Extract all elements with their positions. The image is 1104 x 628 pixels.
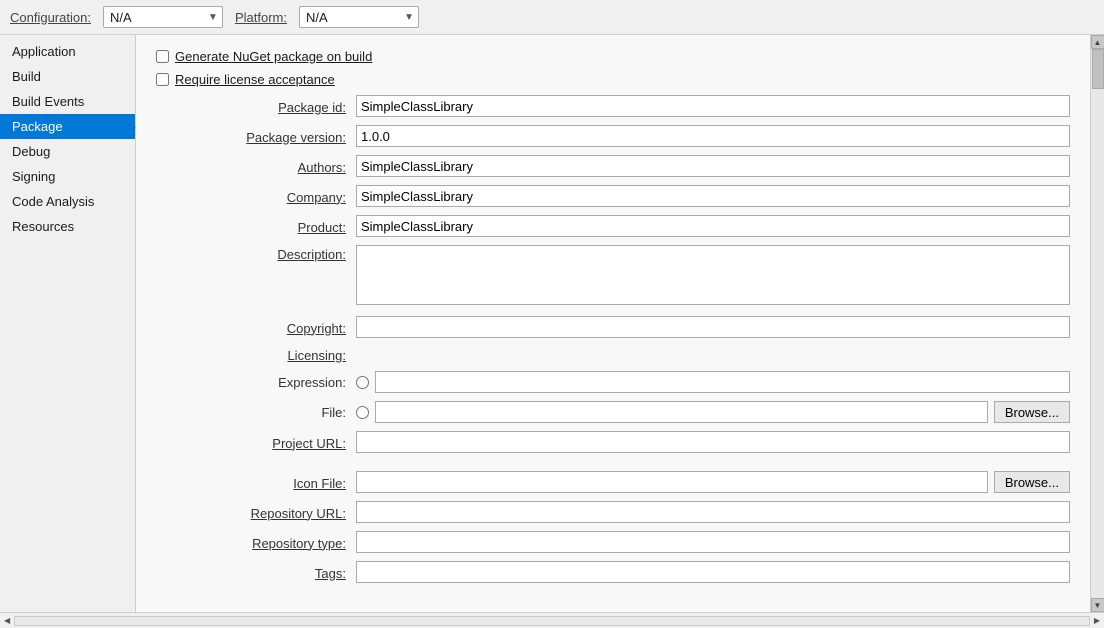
product-row: Product: xyxy=(156,215,1070,237)
tags-input[interactable] xyxy=(356,561,1070,583)
file-label: File: xyxy=(156,405,356,420)
package-id-input-col xyxy=(356,95,1070,117)
package-version-label: Package version: xyxy=(156,128,356,145)
expression-label: Expression: xyxy=(156,375,356,390)
product-label: Product: xyxy=(156,218,356,235)
icon-file-input-col: Browse... xyxy=(356,471,1070,493)
project-url-row: Project URL: xyxy=(156,431,1070,453)
project-url-input-col xyxy=(356,431,1070,453)
generate-nuget-row: Generate NuGet package on build xyxy=(156,49,1070,64)
sidebar-item-package[interactable]: Package xyxy=(0,114,135,139)
package-id-input[interactable] xyxy=(356,95,1070,117)
require-license-checkbox[interactable] xyxy=(156,73,169,86)
file-browse-button[interactable]: Browse... xyxy=(994,401,1070,423)
sidebar-item-build-events[interactable]: Build Events xyxy=(0,89,135,114)
sidebar-item-application[interactable]: Application xyxy=(0,39,135,64)
platform-dropdown-arrow: ▼ xyxy=(404,12,414,23)
authors-row: Authors: xyxy=(156,155,1070,177)
main-content: Application Build Build Events Package D… xyxy=(0,35,1104,612)
tags-label: Tags: xyxy=(156,564,356,581)
copyright-label: Copyright: xyxy=(156,319,356,336)
require-license-row: Require license acceptance xyxy=(156,72,1070,87)
project-url-input[interactable] xyxy=(356,431,1070,453)
repository-type-input-col xyxy=(356,531,1070,553)
scroll-thumb[interactable] xyxy=(1092,49,1104,89)
company-input[interactable] xyxy=(356,185,1070,207)
repository-url-input[interactable] xyxy=(356,501,1070,523)
expression-row: Expression: xyxy=(156,371,1070,393)
package-id-row: Package id: xyxy=(156,95,1070,117)
copyright-input[interactable] xyxy=(356,316,1070,338)
file-radio[interactable] xyxy=(356,406,369,419)
sidebar: Application Build Build Events Package D… xyxy=(0,35,136,612)
sidebar-item-code-analysis[interactable]: Code Analysis xyxy=(0,189,135,214)
tags-input-col xyxy=(356,561,1070,583)
description-label: Description: xyxy=(156,245,356,262)
expression-radio[interactable] xyxy=(356,376,369,389)
scroll-track xyxy=(1091,49,1104,598)
company-input-col xyxy=(356,185,1070,207)
copyright-row: Copyright: xyxy=(156,316,1070,338)
platform-dropdown[interactable]: N/A ▼ xyxy=(299,6,419,28)
hscroll-track xyxy=(14,616,1090,626)
expression-input-col xyxy=(356,371,1070,393)
top-bar: Configuration: N/A ▼ Platform: N/A ▼ xyxy=(0,0,1104,35)
sidebar-item-signing[interactable]: Signing xyxy=(0,164,135,189)
authors-label: Authors: xyxy=(156,158,356,175)
sidebar-item-resources[interactable]: Resources xyxy=(0,214,135,239)
product-input-col xyxy=(356,215,1070,237)
hscroll-right-button[interactable]: ▶ xyxy=(1094,616,1100,625)
expression-input[interactable] xyxy=(375,371,1070,393)
description-input-col xyxy=(356,245,1070,308)
file-path-input[interactable] xyxy=(375,401,988,423)
file-input-col: Browse... xyxy=(356,401,1070,423)
repository-url-row: Repository URL: xyxy=(156,501,1070,523)
repository-url-label: Repository URL: xyxy=(156,504,356,521)
config-dropdown[interactable]: N/A ▼ xyxy=(103,6,223,28)
sidebar-item-debug[interactable]: Debug xyxy=(0,139,135,164)
package-id-label: Package id: xyxy=(156,98,356,115)
tags-row: Tags: xyxy=(156,561,1070,583)
company-row: Company: xyxy=(156,185,1070,207)
icon-file-label: Icon File: xyxy=(156,474,356,491)
licensing-label: Licensing: xyxy=(156,346,356,363)
file-row: File: Browse... xyxy=(156,401,1070,423)
company-label: Company: xyxy=(156,188,356,205)
copyright-input-col xyxy=(356,316,1070,338)
platform-label: Platform: xyxy=(235,10,287,25)
description-input[interactable] xyxy=(356,245,1070,305)
package-version-row: Package version: xyxy=(156,125,1070,147)
product-input[interactable] xyxy=(356,215,1070,237)
description-row: Description: xyxy=(156,245,1070,308)
scroll-down-button[interactable]: ▼ xyxy=(1091,598,1104,612)
authors-input[interactable] xyxy=(356,155,1070,177)
package-version-input-col xyxy=(356,125,1070,147)
licensing-row: Licensing: xyxy=(156,346,1070,363)
repository-url-input-col xyxy=(356,501,1070,523)
generate-nuget-label: Generate NuGet package on build xyxy=(175,49,372,64)
repository-type-label: Repository type: xyxy=(156,534,356,551)
repository-type-input[interactable] xyxy=(356,531,1070,553)
require-license-label: Require license acceptance xyxy=(175,72,335,87)
generate-nuget-checkbox[interactable] xyxy=(156,50,169,63)
hscroll-left-button[interactable]: ◀ xyxy=(4,616,10,625)
repository-type-row: Repository type: xyxy=(156,531,1070,553)
horizontal-scrollbar: ◀ ▶ xyxy=(0,612,1104,628)
content-area: Generate NuGet package on build Require … xyxy=(136,35,1090,612)
project-url-label: Project URL: xyxy=(156,434,356,451)
sidebar-item-build[interactable]: Build xyxy=(0,64,135,89)
config-label: Configuration: xyxy=(10,10,91,25)
config-dropdown-arrow: ▼ xyxy=(208,12,218,23)
icon-file-row: Icon File: Browse... xyxy=(156,471,1070,493)
package-version-input[interactable] xyxy=(356,125,1070,147)
icon-browse-button[interactable]: Browse... xyxy=(994,471,1070,493)
scroll-up-button[interactable]: ▲ xyxy=(1091,35,1104,49)
authors-input-col xyxy=(356,155,1070,177)
vertical-scrollbar[interactable]: ▲ ▼ xyxy=(1090,35,1104,612)
icon-file-input[interactable] xyxy=(356,471,988,493)
